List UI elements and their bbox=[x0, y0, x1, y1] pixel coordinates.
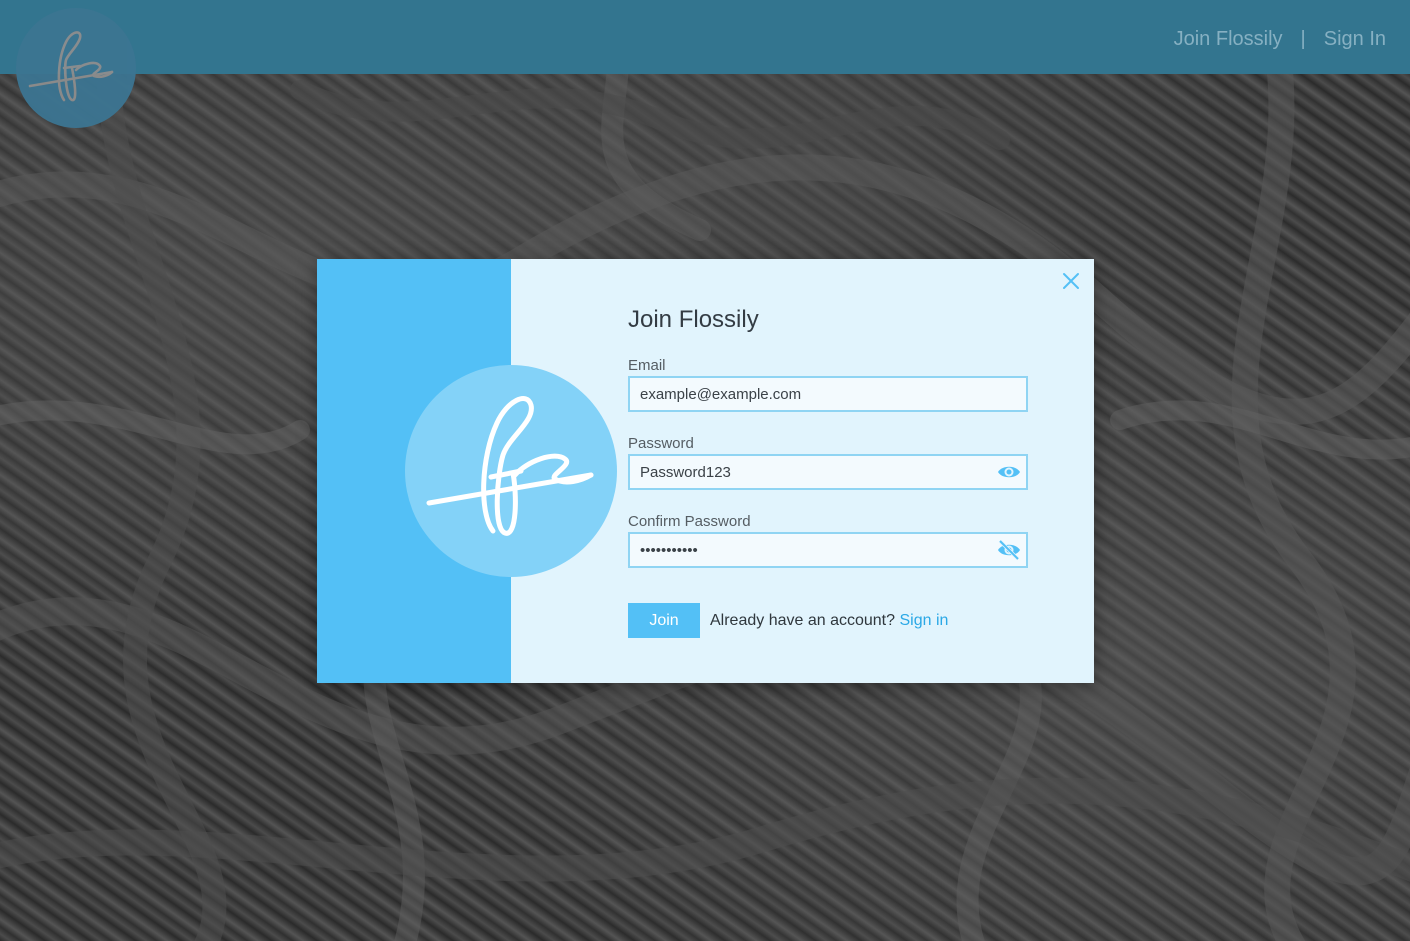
confirm-password-field-wrapper bbox=[628, 532, 1028, 568]
eye-off-icon[interactable] bbox=[997, 540, 1021, 560]
account-prompt: Already have an account? Sign in bbox=[710, 612, 948, 630]
nav-join-link[interactable]: Join Flossily bbox=[1174, 28, 1283, 51]
password-field-wrapper bbox=[628, 454, 1028, 490]
password-field[interactable] bbox=[630, 456, 980, 488]
email-field[interactable] bbox=[630, 378, 980, 410]
join-button[interactable]: Join bbox=[628, 603, 700, 638]
email-field-wrapper bbox=[628, 376, 1028, 412]
email-label: Email bbox=[628, 357, 666, 374]
eye-icon[interactable] bbox=[997, 462, 1021, 482]
modal-title: Join Flossily bbox=[628, 306, 759, 333]
account-prompt-text: Already have an account? bbox=[710, 612, 896, 629]
nav-signin-link[interactable]: Sign In bbox=[1324, 28, 1386, 51]
nav-separator: | bbox=[1300, 28, 1306, 50]
signin-link[interactable]: Sign in bbox=[899, 612, 948, 629]
top-nav-links: Join Flossily | Sign In bbox=[1174, 28, 1386, 51]
confirm-password-label: Confirm Password bbox=[628, 513, 751, 530]
flossily-logo-icon bbox=[426, 396, 594, 536]
close-icon[interactable] bbox=[1061, 271, 1081, 291]
top-navigation-bar: Join Flossily | Sign In bbox=[0, 0, 1410, 74]
modal-logo bbox=[405, 365, 617, 577]
confirm-password-field[interactable] bbox=[630, 534, 980, 566]
password-label: Password bbox=[628, 435, 694, 452]
flossily-logo-icon bbox=[28, 31, 114, 102]
brand-logo[interactable] bbox=[16, 8, 136, 128]
join-modal: Join Flossily Email Password Confirm Pas… bbox=[317, 259, 1094, 683]
